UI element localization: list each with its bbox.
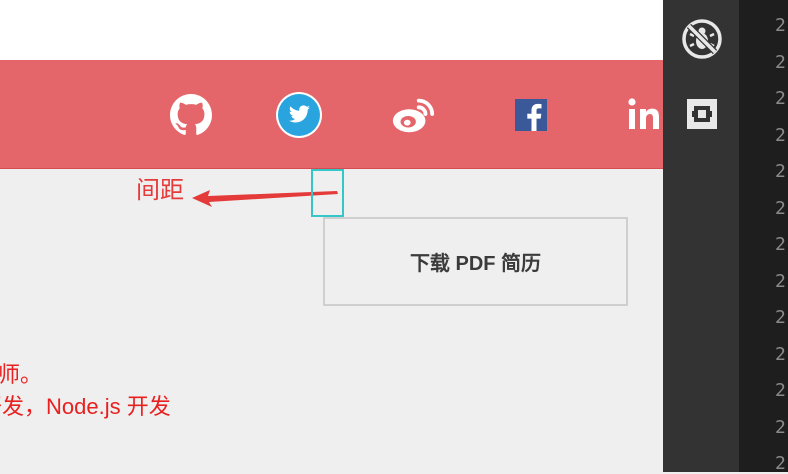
weibo-icon[interactable] bbox=[390, 92, 436, 138]
line-number: 2 bbox=[775, 161, 786, 182]
line-number: 2 bbox=[775, 270, 786, 292]
page-top-area bbox=[0, 0, 663, 60]
line-number: 2 bbox=[775, 88, 786, 109]
facebook-icon[interactable] bbox=[508, 92, 554, 138]
line-number: 2 bbox=[775, 380, 786, 401]
devtools-sidebar bbox=[663, 0, 739, 472]
github-icon[interactable] bbox=[168, 92, 214, 138]
header-banner bbox=[0, 60, 663, 169]
line-number: 2 bbox=[775, 51, 786, 73]
line-number: 2 bbox=[775, 15, 786, 36]
line-number: 2 bbox=[775, 307, 786, 328]
line-number: 2 bbox=[775, 234, 786, 255]
line-number: 2 bbox=[775, 416, 786, 438]
line-number: 2 bbox=[775, 197, 786, 219]
linkedin-icon[interactable] bbox=[626, 92, 666, 138]
twitter-icon[interactable] bbox=[276, 92, 322, 138]
select-element-icon[interactable] bbox=[680, 92, 724, 136]
line-number: 2 bbox=[775, 453, 786, 474]
download-pdf-resume-button[interactable]: 下载 PDF 简历 bbox=[323, 217, 628, 306]
annotation-label: 间距 bbox=[136, 176, 184, 204]
bio-line-2: 开发，Node.js 开发 bbox=[0, 394, 171, 419]
line-number: 2 bbox=[775, 124, 786, 146]
bug-disabled-icon[interactable] bbox=[680, 17, 724, 61]
bio-line-1: 程师。 bbox=[0, 362, 43, 387]
spacing-highlight-box bbox=[311, 169, 344, 217]
line-number: 2 bbox=[775, 343, 786, 365]
